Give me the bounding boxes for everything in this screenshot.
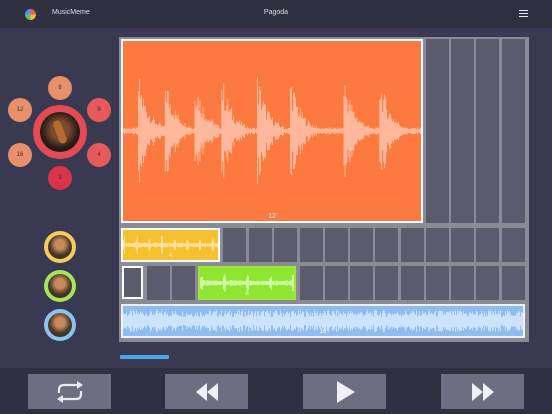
rewind-icon <box>195 382 218 401</box>
empty-grid-cell[interactable] <box>401 228 424 262</box>
wheel-button-4[interactable]: 4 <box>87 143 111 167</box>
empty-grid-cell[interactable] <box>502 39 525 223</box>
empty-grid-cell[interactable] <box>147 266 170 300</box>
empty-grid-cell[interactable] <box>502 228 525 262</box>
empty-grid-cell[interactable] <box>274 228 297 262</box>
empty-grid-cell[interactable] <box>300 266 323 300</box>
banjo-player-avatar[interactable] <box>44 270 76 302</box>
clip-green-label: 8 <box>245 291 249 297</box>
play-button[interactable] <box>303 374 386 409</box>
empty-grid-cell[interactable] <box>350 228 373 262</box>
selected-empty-cell[interactable] <box>122 266 143 299</box>
clip-blue-label: 16 <box>319 329 327 335</box>
fast-forward-button[interactable] <box>441 374 524 409</box>
clip-yellow-track[interactable]: 4 <box>121 228 220 262</box>
empty-grid-cell[interactable] <box>350 266 373 300</box>
keyboard-player-avatar[interactable] <box>44 309 76 341</box>
wheel-button-3[interactable]: 3 <box>48 166 72 190</box>
wheel-button-8-top[interactable]: 8 <box>48 76 72 100</box>
clip-yellow-label: 4 <box>168 253 173 259</box>
empty-grid-cell[interactable] <box>476 266 499 300</box>
empty-grid-cell[interactable] <box>223 228 246 262</box>
empty-grid-cell[interactable] <box>325 266 348 300</box>
waveform <box>123 236 218 254</box>
wheel-button-12[interactable]: 12 <box>8 98 32 122</box>
clip-main-track[interactable]: 12 <box>121 39 423 223</box>
empty-grid-cell[interactable] <box>375 228 398 262</box>
playback-progress-bar[interactable] <box>120 355 169 359</box>
empty-grid-cell[interactable] <box>451 266 474 300</box>
cello-player-avatar[interactable] <box>33 105 87 159</box>
empty-grid-cell[interactable] <box>451 228 474 262</box>
clip-blue-track[interactable]: 16 <box>121 304 525 338</box>
empty-grid-cell[interactable] <box>300 228 323 262</box>
clip-main-label: 12 <box>268 213 276 220</box>
empty-grid-cell[interactable] <box>451 39 474 223</box>
empty-grid-cell[interactable] <box>172 266 195 300</box>
loop-icon <box>56 380 83 403</box>
guitar-player-avatar[interactable] <box>44 231 76 263</box>
empty-grid-cell[interactable] <box>426 228 449 262</box>
empty-grid-cell[interactable] <box>249 228 272 262</box>
waveform <box>123 77 421 185</box>
wheel-button-8-right[interactable]: 8 <box>87 98 111 122</box>
play-icon <box>336 380 355 403</box>
loop-button[interactable] <box>28 374 111 409</box>
song-title: Pagoda <box>263 9 289 16</box>
empty-grid-cell[interactable] <box>426 39 449 223</box>
empty-grid-cell[interactable] <box>476 39 499 223</box>
empty-grid-cell[interactable] <box>401 266 424 300</box>
waveform <box>200 274 294 292</box>
empty-grid-cell[interactable] <box>375 266 398 300</box>
fast-forward-icon <box>471 382 494 401</box>
empty-grid-cell[interactable] <box>476 228 499 262</box>
empty-grid-cell[interactable] <box>426 266 449 300</box>
empty-grid-cell[interactable] <box>325 228 348 262</box>
clip-green-track[interactable]: 8 <box>198 266 296 300</box>
empty-grid-cell[interactable] <box>502 266 525 300</box>
rewind-button[interactable] <box>165 374 248 409</box>
hamburger-menu-icon[interactable] <box>519 10 528 17</box>
wheel-button-16[interactable]: 16 <box>8 143 32 167</box>
